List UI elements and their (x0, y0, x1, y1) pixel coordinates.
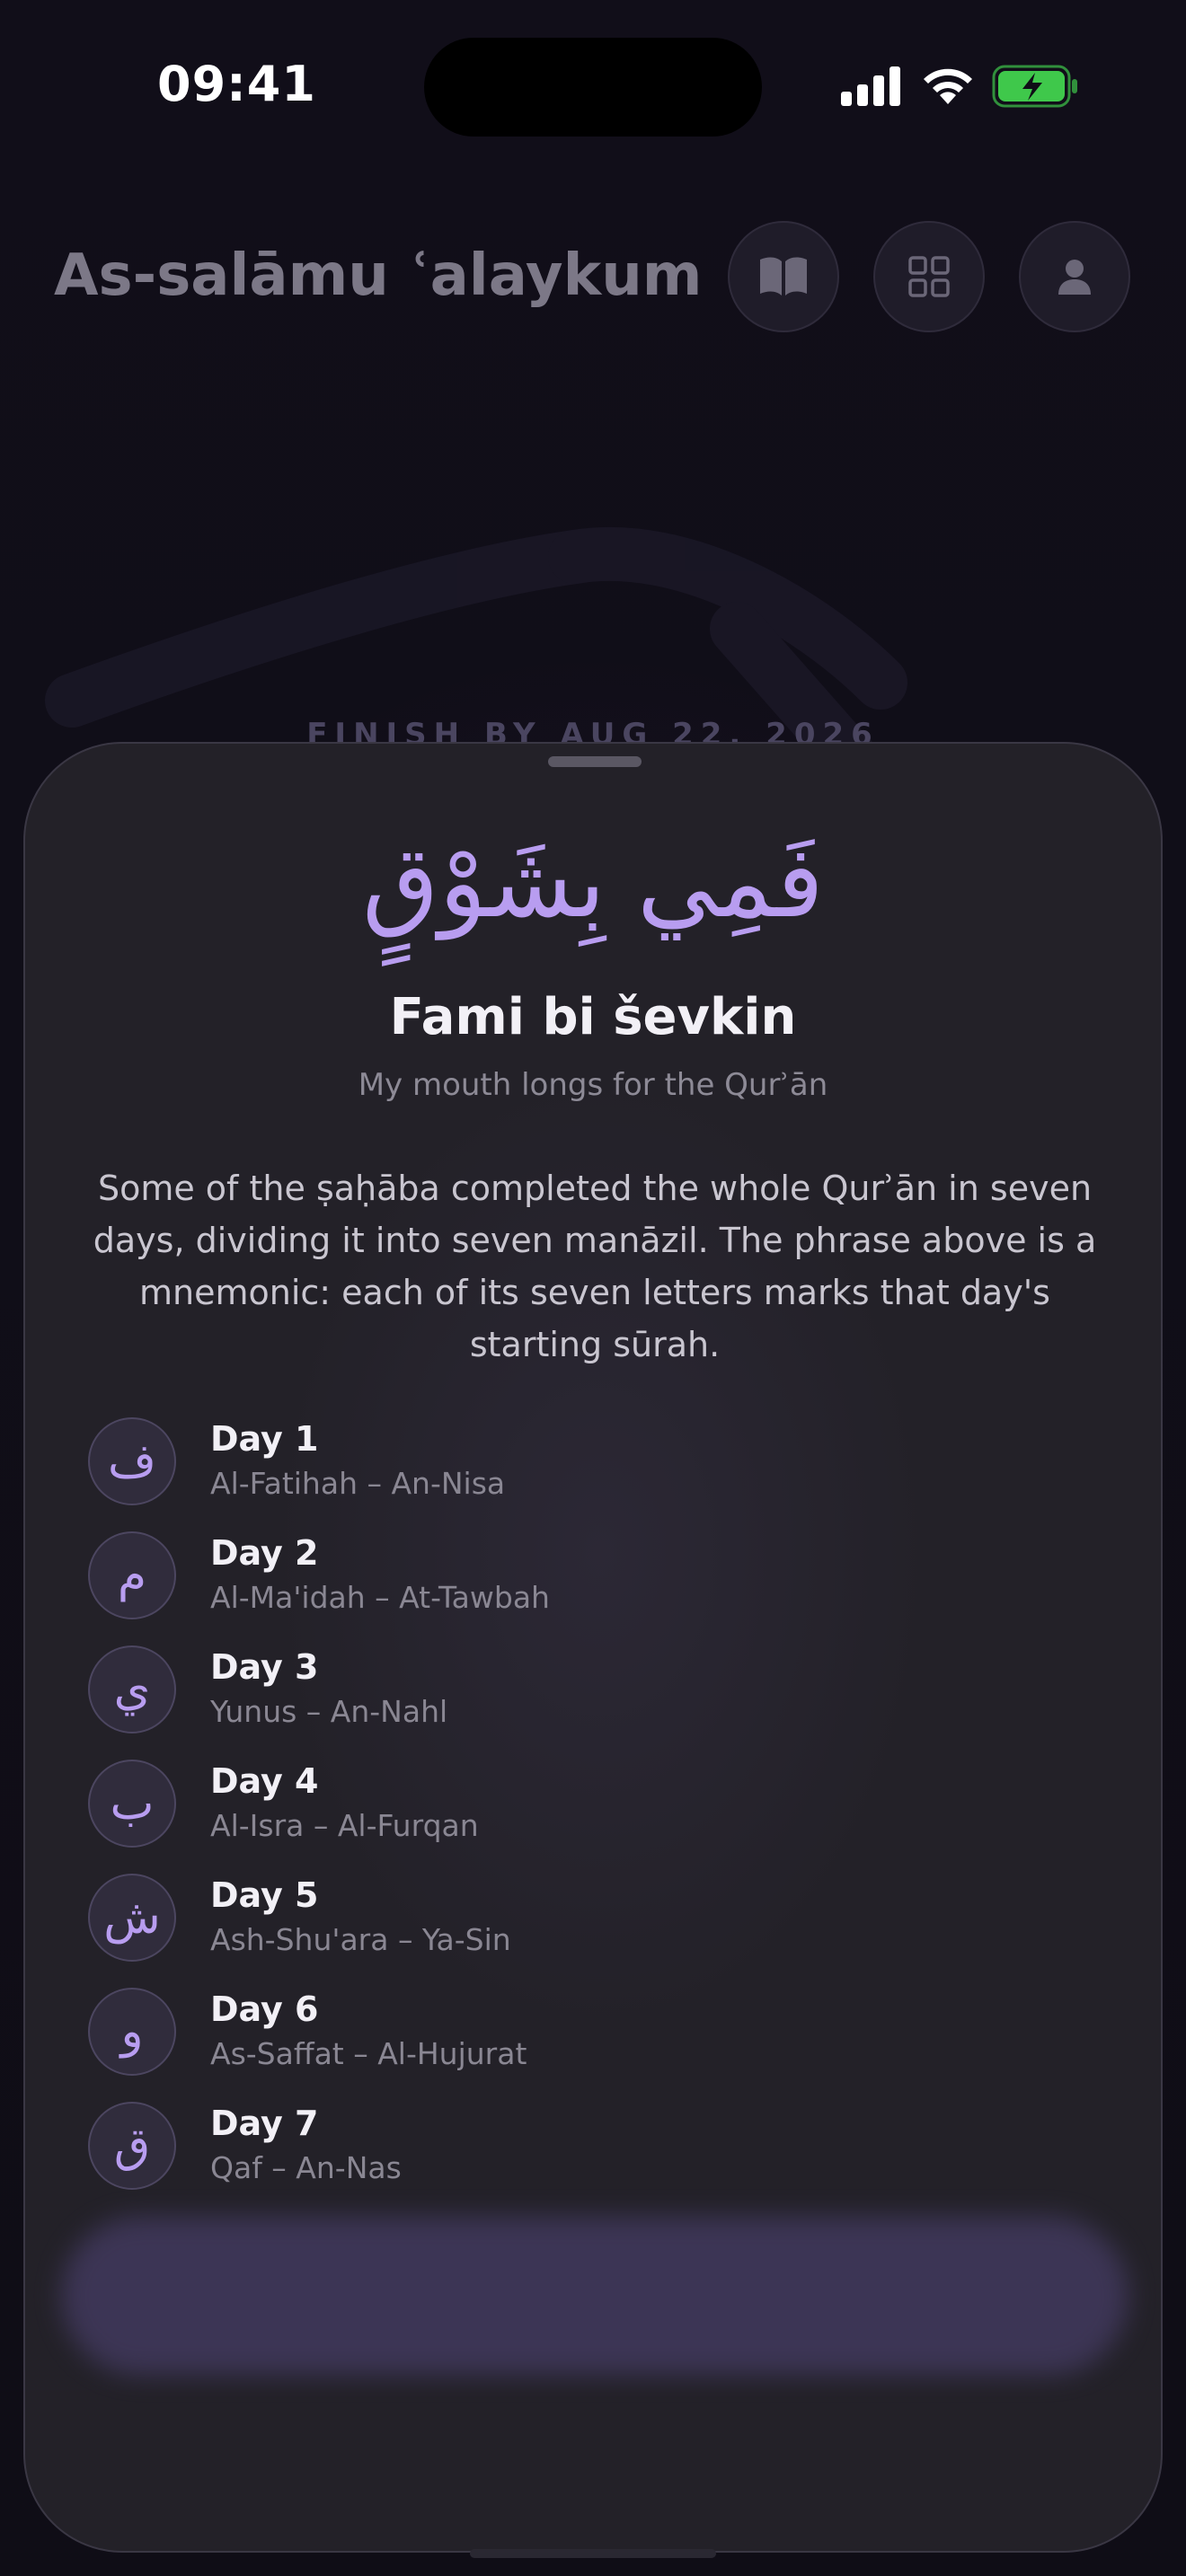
arabic-phrase: فَمِي بِشَوْقٍ (362, 825, 824, 940)
day-letter-badge: ي (88, 1645, 176, 1734)
day-list: ف Day 1 Al-Fatihah – An-Nisa م Day 2 Al-… (88, 1417, 1076, 2216)
day-letter-badge: م (88, 1531, 176, 1619)
day-letter-badge: ق (88, 2102, 176, 2190)
day-surah-range: Yunus – An-Nahl (210, 1694, 448, 1729)
day-letter-badge: ف (88, 1417, 176, 1505)
day-row: ب Day 4 Al-Isra – Al-Furqan (88, 1760, 1076, 1874)
mnemonic-sheet: فَمِي بِشَوْقٍ Fami bi ševkin My mouth l… (23, 742, 1163, 2553)
dynamic-island (424, 38, 762, 137)
day-title: Day 7 (210, 2104, 319, 2143)
sheet-description: Some of the ṣaḥāba completed the whole Q… (93, 1169, 1097, 1364)
day-surah-range: Al-Isra – Al-Furqan (210, 1808, 479, 1843)
grid-icon (908, 256, 950, 297)
day-surah-range: Al-Ma'idah – At-Tawbah (210, 1580, 550, 1615)
day-surah-range: As-Saffat – Al-Hujurat (210, 2036, 527, 2071)
day-title: Day 3 (210, 1647, 319, 1687)
profile-button[interactable] (1019, 221, 1130, 332)
day-title: Day 1 (210, 1419, 319, 1459)
day-row: ف Day 1 Al-Fatihah – An-Nisa (88, 1417, 1076, 1531)
day-title: Day 5 (210, 1875, 319, 1915)
day-letter-badge: ش (88, 1874, 176, 1962)
day-row: ق Day 7 Qaf – An-Nas (88, 2102, 1076, 2216)
day-letter-badge: و (88, 1988, 176, 2076)
day-surah-range: Ash-Shu'ara – Ya-Sin (210, 1922, 511, 1957)
open-book-icon (760, 257, 807, 296)
blurred-action-button[interactable] (61, 2217, 1128, 2375)
sheet-title: Fami bi ševkin (389, 988, 797, 1046)
day-row: م Day 2 Al-Ma'idah – At-Tawbah (88, 1531, 1076, 1645)
battery-charging-icon (992, 65, 1077, 108)
day-row: ي Day 3 Yunus – An-Nahl (88, 1645, 1076, 1760)
cellular-signal-icon (841, 66, 900, 106)
person-icon (1058, 260, 1091, 295)
day-letter-badge: ب (88, 1760, 176, 1848)
day-title: Day 4 (210, 1761, 319, 1801)
day-title: Day 6 (210, 1989, 319, 2029)
sheet-grabber[interactable] (548, 756, 642, 767)
home-indicator[interactable] (470, 2549, 716, 2558)
grid-button[interactable] (873, 221, 985, 332)
day-surah-range: Qaf – An-Nas (210, 2150, 402, 2185)
day-surah-range: Al-Fatihah – An-Nisa (210, 1466, 506, 1501)
wifi-icon (924, 68, 972, 104)
greeting: As-salāmu ʿalaykum (54, 243, 703, 309)
sheet-subtitle: My mouth longs for the Qurʾān (358, 1067, 828, 1103)
status-time: 09:41 (157, 56, 316, 112)
day-row: و Day 6 As-Saffat – Al-Hujurat (88, 1988, 1076, 2102)
day-row: ش Day 5 Ash-Shu'ara – Ya-Sin (88, 1874, 1076, 1988)
day-title: Day 2 (210, 1533, 319, 1573)
book-button[interactable] (728, 221, 839, 332)
